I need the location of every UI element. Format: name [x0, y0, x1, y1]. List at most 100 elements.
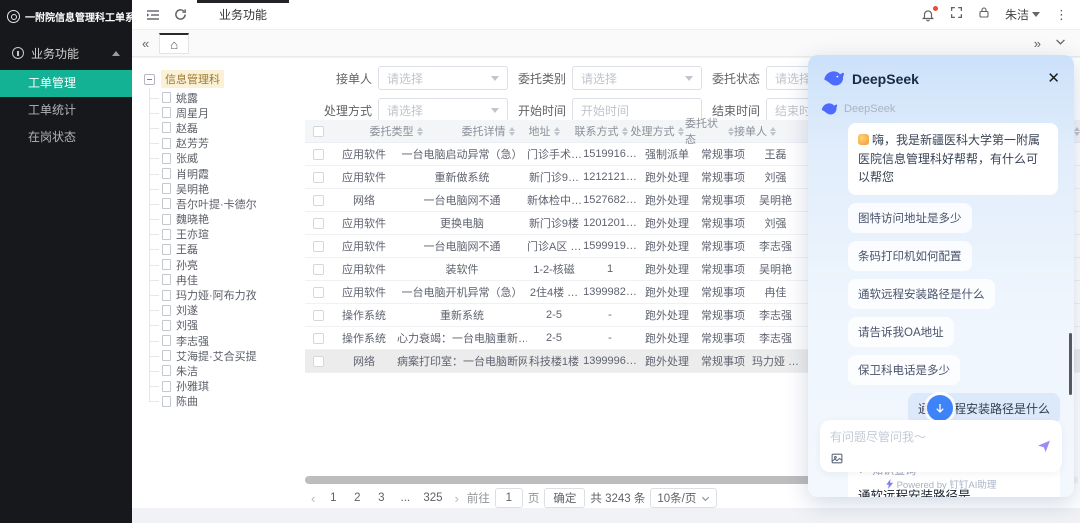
tree-member-item[interactable]: 孙雅琪 — [149, 379, 294, 394]
assignee-select[interactable]: 请选择 — [378, 66, 508, 90]
send-icon[interactable] — [1036, 438, 1052, 454]
page-button[interactable]: ... — [395, 488, 415, 508]
lock-icon[interactable] — [978, 6, 990, 24]
notifications-bell-icon[interactable] — [921, 8, 935, 22]
sort-icon[interactable] — [1074, 127, 1080, 136]
tree-member-item[interactable]: 魏晓艳 — [149, 212, 294, 227]
tags-scroll-right-icon[interactable]: » — [1034, 37, 1041, 50]
tree-member-item[interactable]: 赵磊 — [149, 120, 294, 135]
page-button[interactable]: 325 — [419, 488, 446, 508]
sidebar-item-on-duty-status[interactable]: 在岗状态 — [0, 124, 132, 151]
tree-member-item[interactable]: 张威 — [149, 151, 294, 166]
fullscreen-icon[interactable] — [950, 6, 963, 24]
row-checkbox[interactable] — [313, 287, 324, 298]
suggested-question-chip[interactable]: 请告诉我OA地址 — [848, 317, 954, 347]
tree-member-item[interactable]: 刘遂 — [149, 303, 294, 318]
sort-icon[interactable] — [770, 127, 776, 136]
sidebar-item-work-order-stats[interactable]: 工单统计 — [0, 97, 132, 124]
row-checkbox[interactable] — [313, 333, 324, 344]
row-checkbox[interactable] — [313, 356, 324, 367]
suggested-question-chip[interactable]: 图特访问地址是多少 — [848, 203, 972, 233]
tree-root-node[interactable]: 信息管理科 — [144, 70, 294, 88]
app-logo-row: 一附院信息管理科工单系统 — [0, 0, 132, 32]
table-column-header[interactable]: 委托详情 — [461, 123, 515, 139]
cell-method: 跑外处理 — [639, 261, 695, 277]
start-time-input[interactable]: 开始时间 — [572, 98, 702, 122]
goto-page-input[interactable] — [495, 488, 523, 508]
confirm-button[interactable]: 确定 — [544, 488, 585, 508]
tree-member-item[interactable]: 肖明霞 — [149, 166, 294, 181]
cell-contact: - — [581, 332, 639, 344]
table-column-header[interactable]: 地址 — [515, 123, 573, 139]
row-checkbox[interactable] — [313, 149, 324, 160]
tab-business-functions[interactable]: 业务功能 — [197, 0, 289, 29]
filter-label-category: 委托类别 — [514, 70, 566, 87]
page-button[interactable]: 2 — [347, 488, 367, 508]
tree-member-item[interactable]: 周星月 — [149, 105, 294, 120]
scrollbar-thumb[interactable] — [305, 476, 892, 484]
tree-member-item[interactable]: 李志强 — [149, 333, 294, 348]
row-checkbox[interactable] — [313, 218, 324, 229]
tree-member-item[interactable]: 吾尔叶提·卡德尔 — [149, 196, 294, 211]
sort-icon[interactable] — [417, 127, 423, 136]
suggested-question-chip[interactable]: 通软远程安装路径是什么 — [848, 279, 995, 309]
home-tab[interactable]: ⌂ — [159, 33, 189, 54]
tree-member-item[interactable]: 王亦瑄 — [149, 227, 294, 242]
page-button[interactable]: 1 — [323, 488, 343, 508]
user-menu[interactable]: 朱洁 — [1005, 6, 1040, 23]
row-checkbox[interactable] — [313, 241, 324, 252]
tree-member-item[interactable]: 姚露 — [149, 90, 294, 105]
tags-menu-icon[interactable] — [1055, 34, 1066, 52]
category-select[interactable]: 请选择 — [572, 66, 702, 90]
chat-scrollbar[interactable] — [1069, 333, 1072, 395]
tree-member-item[interactable]: 陈曲 — [149, 394, 294, 409]
suggested-question-chip[interactable]: 保卫科电话是多少 — [848, 355, 960, 385]
select-all-header[interactable] — [305, 126, 331, 137]
app-title: 一附院信息管理科工单系统 — [25, 9, 145, 24]
method-select[interactable]: 请选择 — [378, 98, 508, 122]
page-size-select[interactable]: 10条/页 — [650, 488, 717, 508]
table-column-header[interactable]: 处理方式 — [629, 123, 685, 139]
row-checkbox[interactable] — [313, 195, 324, 206]
tree-member-item[interactable]: 王磊 — [149, 242, 294, 257]
refresh-icon[interactable] — [174, 8, 187, 21]
tags-scroll-left-icon[interactable]: « — [142, 37, 149, 50]
suggested-question-chip[interactable]: 条码打印机如何配置 — [848, 241, 972, 271]
table-column-header[interactable]: 联系方式 — [573, 123, 629, 139]
sort-icon[interactable] — [622, 127, 628, 136]
prev-page-icon[interactable]: ‹ — [308, 491, 318, 506]
tree-member-item[interactable]: 吴明艳 — [149, 181, 294, 196]
select-all-checkbox[interactable] — [313, 126, 324, 137]
tree-member-item[interactable]: 朱洁 — [149, 363, 294, 378]
chat-input[interactable] — [830, 430, 1028, 444]
tree-member-item[interactable]: 赵芳芳 — [149, 136, 294, 151]
tree-member-item[interactable]: 冉佳 — [149, 272, 294, 287]
page-button[interactable]: 3 — [371, 488, 391, 508]
close-icon[interactable]: ✕ — [1047, 71, 1060, 86]
sort-icon[interactable] — [554, 127, 560, 136]
tree-member-name: 朱洁 — [176, 363, 198, 379]
collapse-node-icon[interactable] — [144, 74, 155, 85]
scroll-to-bottom-button[interactable] — [927, 395, 953, 421]
filter-label-assignee: 接单人 — [320, 70, 372, 87]
chevron-down-icon — [701, 494, 710, 503]
cell-detail: 一台电脑网不通 — [397, 238, 527, 254]
table-column-header[interactable]: 委托状态 — [685, 115, 734, 147]
tree-member-item[interactable]: 玛力娅·阿布力孜 — [149, 287, 294, 302]
row-checkbox[interactable] — [313, 172, 324, 183]
sidebar-group-business[interactable]: 业务功能 — [0, 36, 132, 70]
sort-icon[interactable] — [509, 127, 515, 136]
attach-image-icon[interactable] — [830, 452, 844, 465]
row-checkbox[interactable] — [313, 264, 324, 275]
tree-member-item[interactable]: 刘强 — [149, 318, 294, 333]
next-page-icon[interactable]: › — [452, 491, 462, 506]
document-icon — [162, 92, 171, 103]
tree-member-item[interactable]: 艾海提·艾合买提 — [149, 348, 294, 363]
more-options-icon[interactable]: ⋮ — [1055, 7, 1068, 23]
table-column-header[interactable]: 委托类型 — [331, 123, 461, 139]
sidebar-item-work-orders[interactable]: 工单管理 — [0, 70, 132, 97]
tree-member-item[interactable]: 孙亮 — [149, 257, 294, 272]
sort-icon[interactable] — [678, 127, 684, 136]
row-checkbox[interactable] — [313, 310, 324, 321]
collapse-sidebar-icon[interactable] — [146, 8, 160, 22]
